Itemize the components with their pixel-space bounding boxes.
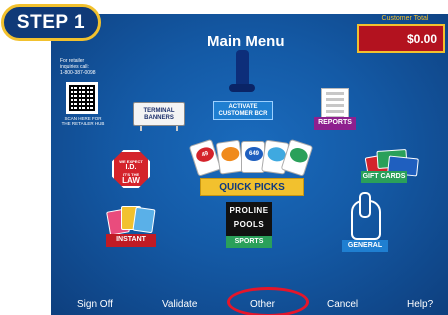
scan-line2: THE RETAILER HUB xyxy=(61,121,105,126)
instant-ticket-icon xyxy=(132,206,156,234)
step-badge: STEP 1 xyxy=(1,4,101,41)
customer-total-value: $0.00 xyxy=(406,32,437,46)
help-button[interactable]: Help? xyxy=(407,299,433,310)
banner-leg xyxy=(140,126,142,131)
quick-picks-cards[interactable]: 49 649 xyxy=(188,138,314,179)
instant-button[interactable]: INSTANT xyxy=(106,234,156,247)
law-line2: I.D. xyxy=(125,164,137,171)
general-label: GENERAL xyxy=(347,242,383,249)
quick-picks-label: QUICK PICKS xyxy=(219,182,285,193)
gift-cards-label: GIFT CARDS xyxy=(362,173,406,180)
customer-total-box: $0.00 xyxy=(357,24,445,53)
quick-picks-button[interactable]: QUICK PICKS xyxy=(200,178,304,196)
touch-hand-icon[interactable] xyxy=(351,192,381,240)
activate-customer-bcr-button[interactable]: ACTIVATE CUSTOMER BCR xyxy=(213,101,273,120)
law-line4: LAW xyxy=(122,176,140,185)
retailer-phone: 1-800-387-0098 xyxy=(60,70,96,76)
reports-button[interactable]: REPORTS xyxy=(314,117,356,130)
highlight-ring xyxy=(227,287,309,315)
terminal-banners-label: TERMINAL BANNERS xyxy=(143,108,175,121)
validate-button[interactable]: Validate xyxy=(162,299,197,310)
page-title: Main Menu xyxy=(207,33,285,50)
lotto-card-icon xyxy=(215,139,244,175)
terminal-banners-button[interactable]: TERMINAL BANNERS xyxy=(133,102,185,126)
barcode-reader-icon[interactable] xyxy=(236,50,249,88)
cancel-button[interactable]: Cancel xyxy=(327,299,358,310)
instant-label: INSTANT xyxy=(116,236,146,243)
customer-total-label: Customer Total xyxy=(381,15,429,22)
retailer-info: For retailer inquiries call: 1-800-387-0… xyxy=(60,58,106,76)
sports-button[interactable]: SPORTS xyxy=(226,236,272,248)
proline-logo[interactable]: PROLINE POOLS xyxy=(226,202,272,236)
proline-line2: POOLS xyxy=(233,220,265,229)
gift-cards-button[interactable]: GIFT CARDS xyxy=(361,171,407,183)
qr-code-icon[interactable] xyxy=(66,82,98,114)
proline-line1: PROLINE xyxy=(229,206,269,215)
reports-label: REPORTS xyxy=(318,119,352,126)
activate-bcr-label: ACTIVATE CUSTOMER BCR xyxy=(218,104,268,117)
report-document-icon[interactable] xyxy=(321,88,349,119)
scan-caption: SCAN HERE FOR THE RETAILER HUB xyxy=(60,116,106,126)
general-button[interactable]: GENERAL xyxy=(342,240,388,252)
sports-label: SPORTS xyxy=(234,238,264,245)
sign-off-button[interactable]: Sign Off xyxy=(77,299,113,310)
banner-leg xyxy=(176,126,178,131)
barcode-reader-base-icon xyxy=(229,84,255,92)
